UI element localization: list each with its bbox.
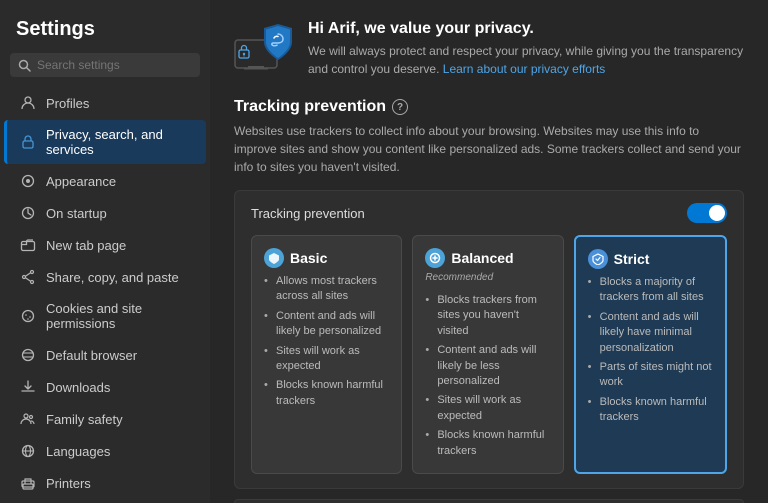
sidebar-item-family[interactable]: Family safety bbox=[4, 404, 206, 434]
card-strict[interactable]: Strict Blocks a majority of trackers fro… bbox=[574, 235, 727, 474]
sidebar-label-family: Family safety bbox=[46, 412, 123, 427]
strict-card-icon bbox=[588, 249, 608, 269]
info-icon[interactable]: ? bbox=[392, 99, 408, 115]
balanced-subtitle: Recommended bbox=[425, 272, 550, 283]
startup-icon bbox=[20, 205, 36, 221]
tab-icon bbox=[20, 237, 36, 253]
sidebar-item-share[interactable]: Share, copy, and paste bbox=[4, 262, 206, 292]
tracking-box-label: Tracking prevention bbox=[251, 206, 365, 221]
tracking-prevention-heading: Tracking prevention ? bbox=[234, 98, 744, 116]
sidebar-label-default-browser: Default browser bbox=[46, 348, 137, 363]
sidebar-label-cookies: Cookies and site permissions bbox=[46, 301, 190, 331]
card-basic[interactable]: Basic Allows most trackers across all si… bbox=[251, 235, 402, 474]
sidebar-item-cookies[interactable]: Cookies and site permissions bbox=[4, 294, 206, 338]
sidebar-item-default-browser[interactable]: Default browser bbox=[4, 340, 206, 370]
printer-icon bbox=[20, 475, 36, 491]
download-icon bbox=[20, 379, 36, 395]
basic-card-icon bbox=[264, 248, 284, 268]
sidebar-item-downloads[interactable]: Downloads bbox=[4, 372, 206, 402]
tracking-description: Websites use trackers to collect info ab… bbox=[234, 122, 744, 176]
tracking-cards: Basic Allows most trackers across all si… bbox=[251, 235, 727, 474]
sidebar-item-languages[interactable]: Languages bbox=[4, 436, 206, 466]
privacy-link[interactable]: Learn about our privacy efforts bbox=[443, 62, 606, 76]
tracking-toggle[interactable] bbox=[687, 203, 727, 223]
family-icon bbox=[20, 411, 36, 427]
tracking-box-header: Tracking prevention bbox=[251, 203, 727, 223]
tracking-prevention-box: Tracking prevention Basic Allows most tr… bbox=[234, 190, 744, 489]
search-box[interactable] bbox=[10, 53, 200, 77]
sidebar-label-appearance: Appearance bbox=[46, 174, 116, 189]
sidebar-item-privacy[interactable]: Privacy, search, and services bbox=[4, 120, 206, 164]
paint-icon bbox=[20, 173, 36, 189]
sidebar-item-printers[interactable]: Printers bbox=[4, 468, 206, 498]
privacy-greeting: Hi Arif, we value your privacy. bbox=[308, 20, 744, 38]
cookie-icon bbox=[20, 308, 36, 324]
basic-card-bullets: Allows most trackers across all sites Co… bbox=[264, 272, 389, 411]
sidebar-item-newtab[interactable]: New tab page bbox=[4, 230, 206, 260]
sidebar-label-downloads: Downloads bbox=[46, 380, 110, 395]
privacy-description: We will always protect and respect your … bbox=[308, 42, 744, 78]
sidebar-item-startup[interactable]: On startup bbox=[4, 198, 206, 228]
sidebar: Settings Profiles Privacy, search, and s… bbox=[0, 0, 210, 503]
sidebar-label-languages: Languages bbox=[46, 444, 110, 459]
privacy-header-text: Hi Arif, we value your privacy. We will … bbox=[308, 20, 744, 78]
share-icon bbox=[20, 269, 36, 285]
search-icon bbox=[18, 59, 31, 72]
sidebar-label-startup: On startup bbox=[46, 206, 107, 221]
blocked-trackers-row[interactable]: Blocked trackers View the sites that we'… bbox=[234, 499, 744, 503]
sidebar-label-privacy: Privacy, search, and services bbox=[46, 127, 190, 157]
sidebar-label-newtab: New tab page bbox=[46, 238, 126, 253]
strict-card-bullets: Blocks a majority of trackers from all s… bbox=[588, 273, 713, 428]
search-input[interactable] bbox=[37, 58, 192, 72]
sidebar-item-profiles[interactable]: Profiles bbox=[4, 88, 206, 118]
privacy-header: Hi Arif, we value your privacy. We will … bbox=[234, 20, 744, 78]
privacy-logo bbox=[234, 20, 292, 72]
sidebar-item-appearance[interactable]: Appearance bbox=[4, 166, 206, 196]
lock-icon bbox=[20, 134, 36, 150]
sidebar-label-share: Share, copy, and paste bbox=[46, 270, 179, 285]
main-content: Hi Arif, we value your privacy. We will … bbox=[210, 0, 768, 503]
balanced-card-bullets: Blocks trackers from sites you haven't v… bbox=[425, 291, 550, 461]
card-balanced[interactable]: Balanced Recommended Blocks trackers fro… bbox=[412, 235, 563, 474]
lang-icon bbox=[20, 443, 36, 459]
sidebar-label-profiles: Profiles bbox=[46, 96, 89, 111]
sidebar-title: Settings bbox=[0, 8, 210, 53]
person-icon bbox=[20, 95, 36, 111]
shield-logo-icon bbox=[234, 20, 292, 72]
sidebar-label-printers: Printers bbox=[46, 476, 91, 491]
browser-icon bbox=[20, 347, 36, 363]
balanced-card-icon bbox=[425, 248, 445, 268]
